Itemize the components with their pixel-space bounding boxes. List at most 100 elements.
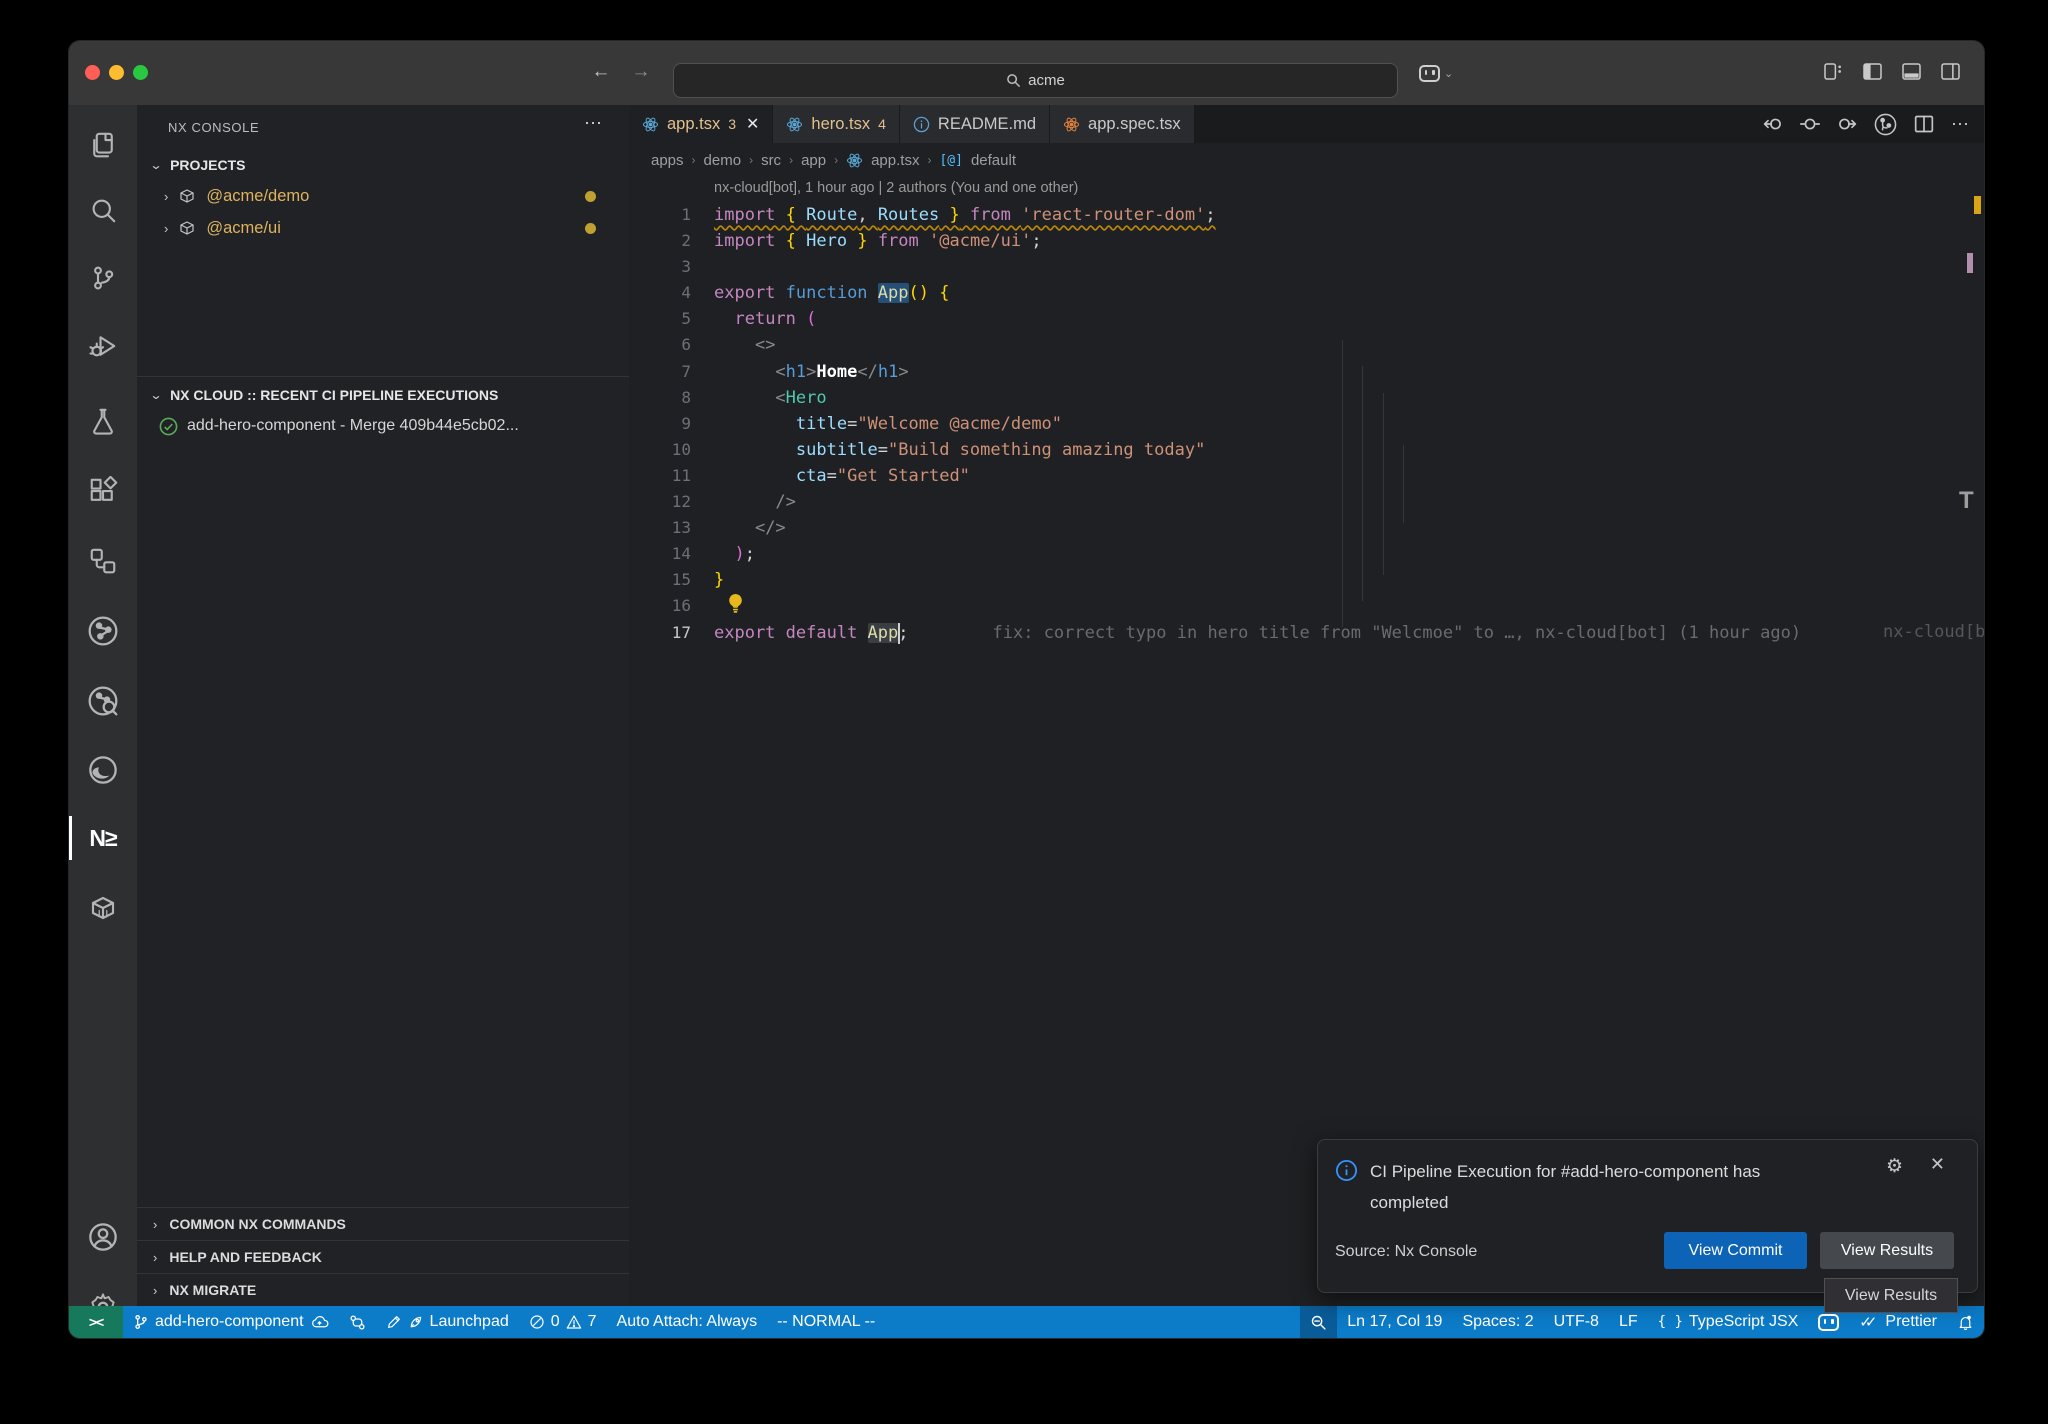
project-tree-item[interactable]: › @acme/demo [137,180,629,212]
activity-item-graph-focus[interactable] [69,673,137,729]
code-line-17: 17export default App;fix: correct typo i… [629,620,1984,646]
view-commit-button[interactable]: View Commit [1664,1232,1807,1269]
git-blame-lens[interactable]: nx-cloud[bot], 1 hour ago | 2 authors (Y… [714,177,1984,202]
activity-item-extensions[interactable] [69,463,137,519]
customize-layout-icon[interactable] [1824,63,1843,80]
text-cursor [898,623,900,644]
more-actions-icon[interactable]: ⋯ [584,113,603,134]
activity-item-nx-console[interactable]: N≥ [69,810,137,866]
activity-item-graph-circle[interactable] [69,603,137,659]
more-actions-icon[interactable]: ⋯ [1951,114,1970,135]
activity-item-edge-browser[interactable] [69,742,137,798]
breadcrumb-item[interactable]: src [761,152,781,169]
modified-dot [585,223,596,234]
tab-app.spec.tsx[interactable]: app.spec.tsx [1050,105,1195,143]
code-text [701,254,714,280]
problems-item[interactable]: 07 [519,1306,607,1338]
activity-item-account[interactable] [69,1209,137,1265]
auto-attach-item[interactable]: Auto Attach: Always [607,1306,768,1338]
breadcrumb-item[interactable]: demo [704,152,742,169]
compare-item[interactable] [339,1306,376,1338]
chevron-right-icon: › [164,221,168,236]
split-editor-icon[interactable] [1914,114,1934,134]
close-icon[interactable]: ✕ [1930,1154,1945,1175]
history-back-button[interactable]: ← [589,61,613,83]
eol-item[interactable]: LF [1609,1306,1648,1338]
line-number: 2 [629,228,701,254]
vim-mode-item[interactable]: -- NORMAL -- [767,1306,885,1338]
section-nx-cloud[interactable]: ⌄ NX CLOUD :: RECENT CI PIPELINE EXECUTI… [137,381,629,409]
editor-pane: app.tsx3✕hero.tsx4README.mdapp.spec.tsx … [629,105,1984,1306]
project-label: @acme/demo [206,187,309,206]
close-tab-icon[interactable]: ✕ [746,114,759,134]
pipeline-execution-item[interactable]: add-hero-component - Merge 409b44e5cb02.… [137,410,629,442]
code-text: ); [701,541,755,567]
notification-source: Source: Nx Console [1335,1243,1477,1261]
view-results-button[interactable]: View Results [1820,1232,1954,1269]
remote-indicator[interactable]: >< [69,1306,123,1338]
sidebar-section-help-and-feedback[interactable]: ›HELP AND FEEDBACK [137,1240,629,1273]
code-area[interactable]: nx-cloud[bot], 1 hour ago | 2 authors (Y… [629,177,1984,1306]
zoom-indicator[interactable] [1300,1306,1337,1338]
activity-item-run-debug[interactable] [69,318,137,374]
project-tree-item[interactable]: › @acme/ui [137,212,629,244]
breadcrumb-symbol[interactable]: default [971,152,1016,169]
breadcrumb-item[interactable]: apps [651,152,684,169]
toggle-panel-icon[interactable] [1902,63,1921,80]
code-text: export default App;fix: correct typo in … [701,620,1801,646]
toggle-secondary-sidebar-icon[interactable] [1941,63,1960,80]
prev-change-icon[interactable] [1763,114,1783,134]
breadcrumb-item[interactable]: app.tsx [871,152,919,169]
launchpad-item[interactable]: Launchpad [376,1306,519,1338]
tab-app.tsx[interactable]: app.tsx3✕ [629,105,773,143]
toggle-sidebar-icon[interactable] [1863,63,1882,80]
compare-change-icon[interactable] [1800,114,1820,134]
next-change-icon[interactable] [1837,114,1857,134]
language-mode-item[interactable]: { }TypeScript JSX [1648,1306,1809,1338]
activity-item-project-hierarchy[interactable] [69,533,137,589]
activity-item-explorer[interactable] [69,117,137,173]
sidebar-section-common-nx-commands[interactable]: ›COMMON NX COMMANDS [137,1207,629,1240]
indentation-item[interactable]: Spaces: 2 [1452,1306,1543,1338]
tab-hero.tsx[interactable]: hero.tsx4 [773,105,900,143]
code-text: </> [701,515,786,541]
copilot-menu-button[interactable]: ⌄ [1419,65,1453,82]
cursor-position-item[interactable]: Ln 17, Col 19 [1337,1306,1452,1338]
line-number: 10 [629,437,701,463]
sidebar-nx-console: NX CONSOLE ⋯ ⌄ PROJECTS › @acme/demo› @a… [137,105,630,1306]
tab-README.md[interactable]: README.md [900,105,1050,143]
code-line-7: 7 <h1>Home</h1> [629,359,1984,385]
breadcrumb-item[interactable]: app [801,152,826,169]
encoding-item[interactable]: UTF-8 [1544,1306,1609,1338]
indent-guide [1403,445,1404,523]
line-number: 8 [629,385,701,411]
sidebar-section-nx-migrate[interactable]: ›NX MIGRATE [137,1273,629,1306]
file-icon [913,116,930,133]
file-icon [786,116,803,133]
activity-item-package-box[interactable] [69,880,137,936]
macos-traffic-lights[interactable] [85,65,148,80]
search-icon [1006,73,1021,88]
blame-edge-text: nx-cloud[b [1883,622,1985,642]
activity-item-testing[interactable] [69,393,137,449]
history-forward-button[interactable]: → [629,61,653,83]
section-label: PROJECTS [170,157,245,173]
overlay-letter-t: T [1959,487,1974,515]
lightbulb-icon[interactable] [727,593,744,614]
command-center-search[interactable]: acme [673,63,1398,98]
symbol-icon: [@] [939,153,962,168]
info-icon [1335,1159,1358,1182]
gear-icon[interactable]: ⚙ [1886,1155,1903,1178]
line-number: 15 [629,567,701,593]
view-results-tooltip: View Results [1824,1278,1958,1313]
code-line-15: 15} [629,567,1984,593]
activity-item-source-control[interactable] [69,250,137,306]
activity-item-search[interactable] [69,182,137,238]
section-projects[interactable]: ⌄ PROJECTS [137,151,629,179]
code-text: <> [701,332,775,358]
line-number: 3 [629,254,701,280]
title-bar: ← → acme ⌄ [69,41,1984,106]
branch-item[interactable]: add-hero-component [123,1306,339,1338]
open-changes-icon[interactable] [1874,113,1897,136]
code-text: /> [701,489,796,515]
